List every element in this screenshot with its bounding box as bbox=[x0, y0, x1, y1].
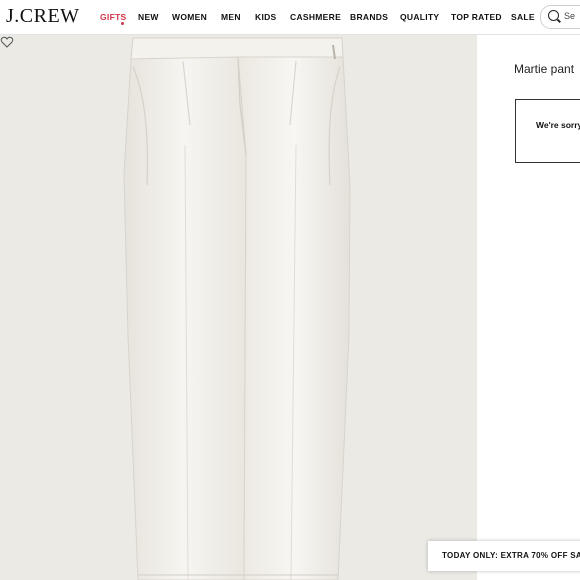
search-icon[interactable] bbox=[548, 10, 559, 21]
nav-brands[interactable]: BRANDS bbox=[350, 12, 388, 22]
nav-cashmere[interactable]: CASHMERE bbox=[290, 12, 341, 22]
nav-new[interactable]: NEW bbox=[138, 12, 159, 22]
site-header: J.CREW GIFTS NEW WOMEN MEN KIDS CASHMERE… bbox=[0, 0, 580, 35]
product-image bbox=[0, 35, 477, 580]
search-placeholder: Se bbox=[564, 11, 576, 21]
nav-sale[interactable]: SALE bbox=[511, 12, 535, 22]
availability-notice: We're sorry bbox=[515, 99, 580, 163]
nav-top-rated[interactable]: TOP RATED bbox=[451, 12, 502, 22]
nav-kids[interactable]: KIDS bbox=[255, 12, 277, 22]
pants-illustration bbox=[123, 37, 351, 580]
nav-quality[interactable]: QUALITY bbox=[400, 12, 439, 22]
promo-banner[interactable]: TODAY ONLY: EXTRA 70% OFF SAL bbox=[428, 541, 580, 571]
product-title: Martie pant bbox=[514, 62, 575, 76]
promo-text: TODAY ONLY: EXTRA 70% OFF SAL bbox=[442, 551, 580, 560]
jcrew-logo[interactable]: J.CREW bbox=[6, 5, 80, 28]
nav-gifts[interactable]: GIFTS bbox=[100, 12, 127, 22]
nav-women[interactable]: WOMEN bbox=[172, 12, 207, 22]
search-input[interactable]: Se bbox=[540, 5, 580, 29]
heart-icon[interactable] bbox=[0, 35, 14, 49]
nav-men[interactable]: MEN bbox=[221, 12, 241, 22]
gifts-indicator-dot bbox=[121, 22, 124, 25]
availability-message: We're sorry bbox=[536, 120, 580, 130]
